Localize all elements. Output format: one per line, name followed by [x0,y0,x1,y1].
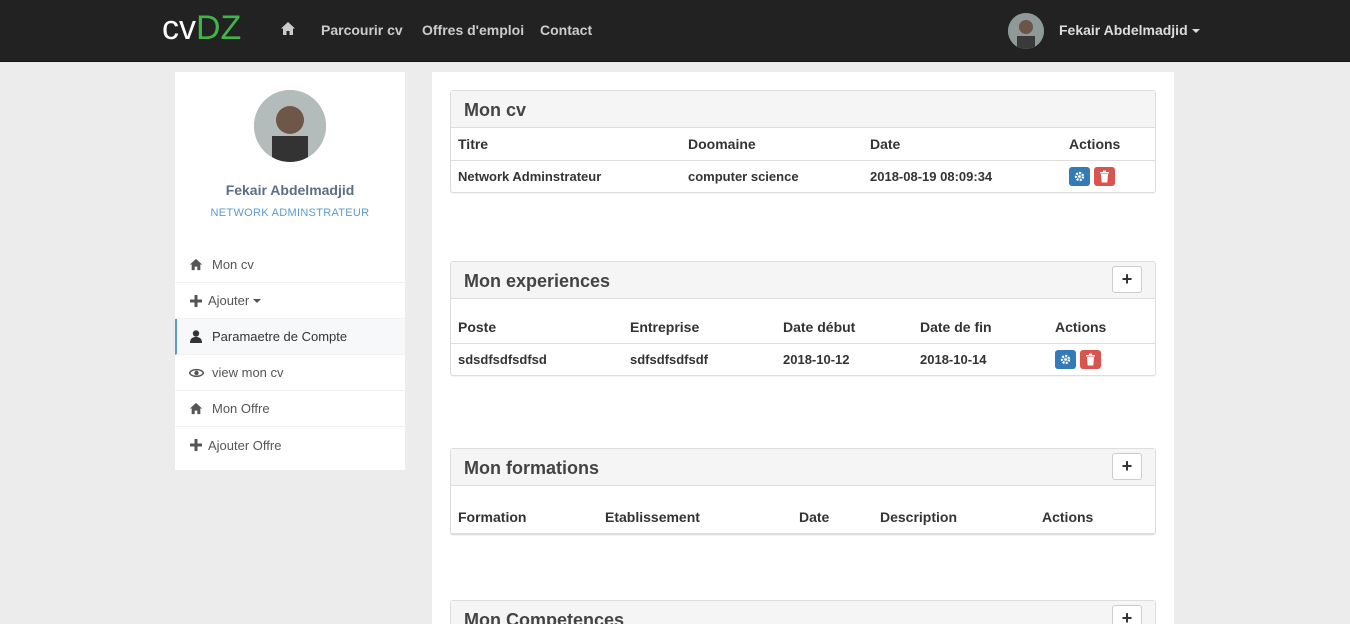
home-icon [188,402,204,416]
cell-date-debut: 2018-10-12 [783,351,850,367]
sidebar-item-label: Mon Offre [212,401,270,416]
sidebar-item-ajouter-offre[interactable]: Ajouter Offre [175,427,405,463]
column-header: Etablissement [598,501,792,534]
user-menu-toggle[interactable]: Fekair Abdelmadjid [1059,22,1200,38]
sidebar-item-view-cv[interactable]: view mon cv [175,355,405,391]
panel-title: Mon Competences [464,610,625,624]
cell-domaine: computer science [688,168,799,184]
cell-date: 2018-08-19 08:09:34 [870,168,993,184]
sidebar-item-mon-offre[interactable]: Mon Offre [175,391,405,427]
caret-down-icon [253,298,262,303]
nav-contact[interactable]: Contact [540,22,592,38]
cv-panel: Mon cv Titre Doomaine Date Actions Netwo… [450,90,1156,193]
column-header: Actions [1062,128,1155,161]
panel-heading: Mon formations + [451,449,1155,486]
gear-icon [1060,354,1071,364]
sidebar-item-label: Ajouter [208,293,250,308]
profile-name: Fekair Abdelmadjid [225,182,355,198]
column-header: Date [863,128,1062,161]
sidebar-item-parametre-compte[interactable]: Paramaetre de Compte [175,319,405,355]
panel-heading: Mon Competences + [451,601,1155,624]
cell-date-fin: 2018-10-14 [920,351,987,367]
edit-button[interactable] [1069,166,1090,186]
caret-down-icon [1191,29,1200,34]
column-header: Doomaine [681,128,863,161]
column-header: Description [873,501,1035,534]
delete-button[interactable] [1080,349,1101,369]
column-header: Titre [451,128,681,161]
table-row: Network Adminstrateur computer science 2… [451,160,1155,192]
sidebar-item-label: Mon cv [212,257,254,272]
cell-actions [1062,160,1155,192]
column-header: Date de fin [913,311,1048,344]
main-content: Mon cv Titre Doomaine Date Actions Netwo… [432,72,1174,624]
add-experience-button[interactable]: + [1112,266,1142,293]
column-header: Formation [451,501,598,534]
brand-dz: DZ [196,9,242,47]
nav-parcourir-cv[interactable]: Parcourir cv [321,22,403,38]
home-icon [188,258,204,272]
panel-heading: Mon cv [451,91,1155,128]
cv-table: Titre Doomaine Date Actions Network Admi… [451,128,1155,192]
table-row: sdsdfsdfsdfsd sdfsdfsdfsdf 2018-10-12 20… [451,343,1155,375]
eye-icon [188,366,204,380]
user-icon [188,330,204,344]
sidebar-item-label: Ajouter Offre [208,437,282,453]
add-formation-button[interactable]: + [1112,453,1142,480]
gear-icon [1074,171,1085,181]
cell-titre: Network Adminstrateur [458,168,602,184]
add-competence-button[interactable]: + [1112,605,1142,624]
sidebar-item-ajouter[interactable]: Ajouter [175,283,405,319]
column-header: Actions [1048,311,1155,344]
user-avatar[interactable] [1008,13,1044,49]
panel-title: Mon experiences [464,271,611,291]
plus-icon [188,438,204,452]
formations-panel: Mon formations + Formation Etablissement… [450,448,1156,535]
brand-logo[interactable]: cvDZ [162,8,241,48]
sidebar-item-mon-cv[interactable]: Mon cv [175,247,405,283]
trash-icon [1100,170,1109,183]
experiences-panel: Mon experiences + Poste Entreprise Date … [450,261,1156,376]
profile-sidebar: Fekair Abdelmadjid NETWORK ADMINSTRATEUR… [175,72,405,470]
brand-cv: cv [162,9,196,47]
profile-title: NETWORK ADMINSTRATEUR [210,207,370,219]
cell-poste: sdsdfsdfsdfsd [458,351,547,367]
formations-table: Formation Etablissement Date Description… [451,501,1155,534]
trash-icon [1086,353,1095,366]
nav-offres-emploi[interactable]: Offres d'emploi [422,22,524,38]
plus-icon [188,294,204,308]
profile-avatar [254,90,326,162]
cell-entreprise: sdfsdfsdfsdf [630,351,708,367]
sidebar-item-label: view mon cv [212,365,284,380]
column-header: Date début [776,311,913,344]
cell-actions [1048,343,1155,375]
panel-title: Mon cv [464,100,527,120]
panel-heading: Mon experiences + [451,262,1155,299]
sidebar-item-label: Paramaetre de Compte [212,329,348,344]
column-header: Actions [1035,501,1155,534]
delete-button[interactable] [1094,166,1115,186]
sidebar-menu: Mon cv Ajouter Paramaetre de Compte view… [175,247,405,463]
edit-button[interactable] [1055,349,1076,369]
column-header: Date [792,501,873,534]
column-header: Entreprise [623,311,776,344]
top-navbar: cvDZ Parcourir cv Offres d'emploi Contac… [0,0,1350,62]
user-name: Fekair Abdelmadjid [1059,22,1188,38]
home-icon[interactable] [280,21,296,37]
competences-panel: Mon Competences + [450,600,1156,624]
column-header: Poste [451,311,623,344]
experiences-table: Poste Entreprise Date début Date de fin … [451,311,1155,375]
panel-title: Mon formations [464,458,599,478]
